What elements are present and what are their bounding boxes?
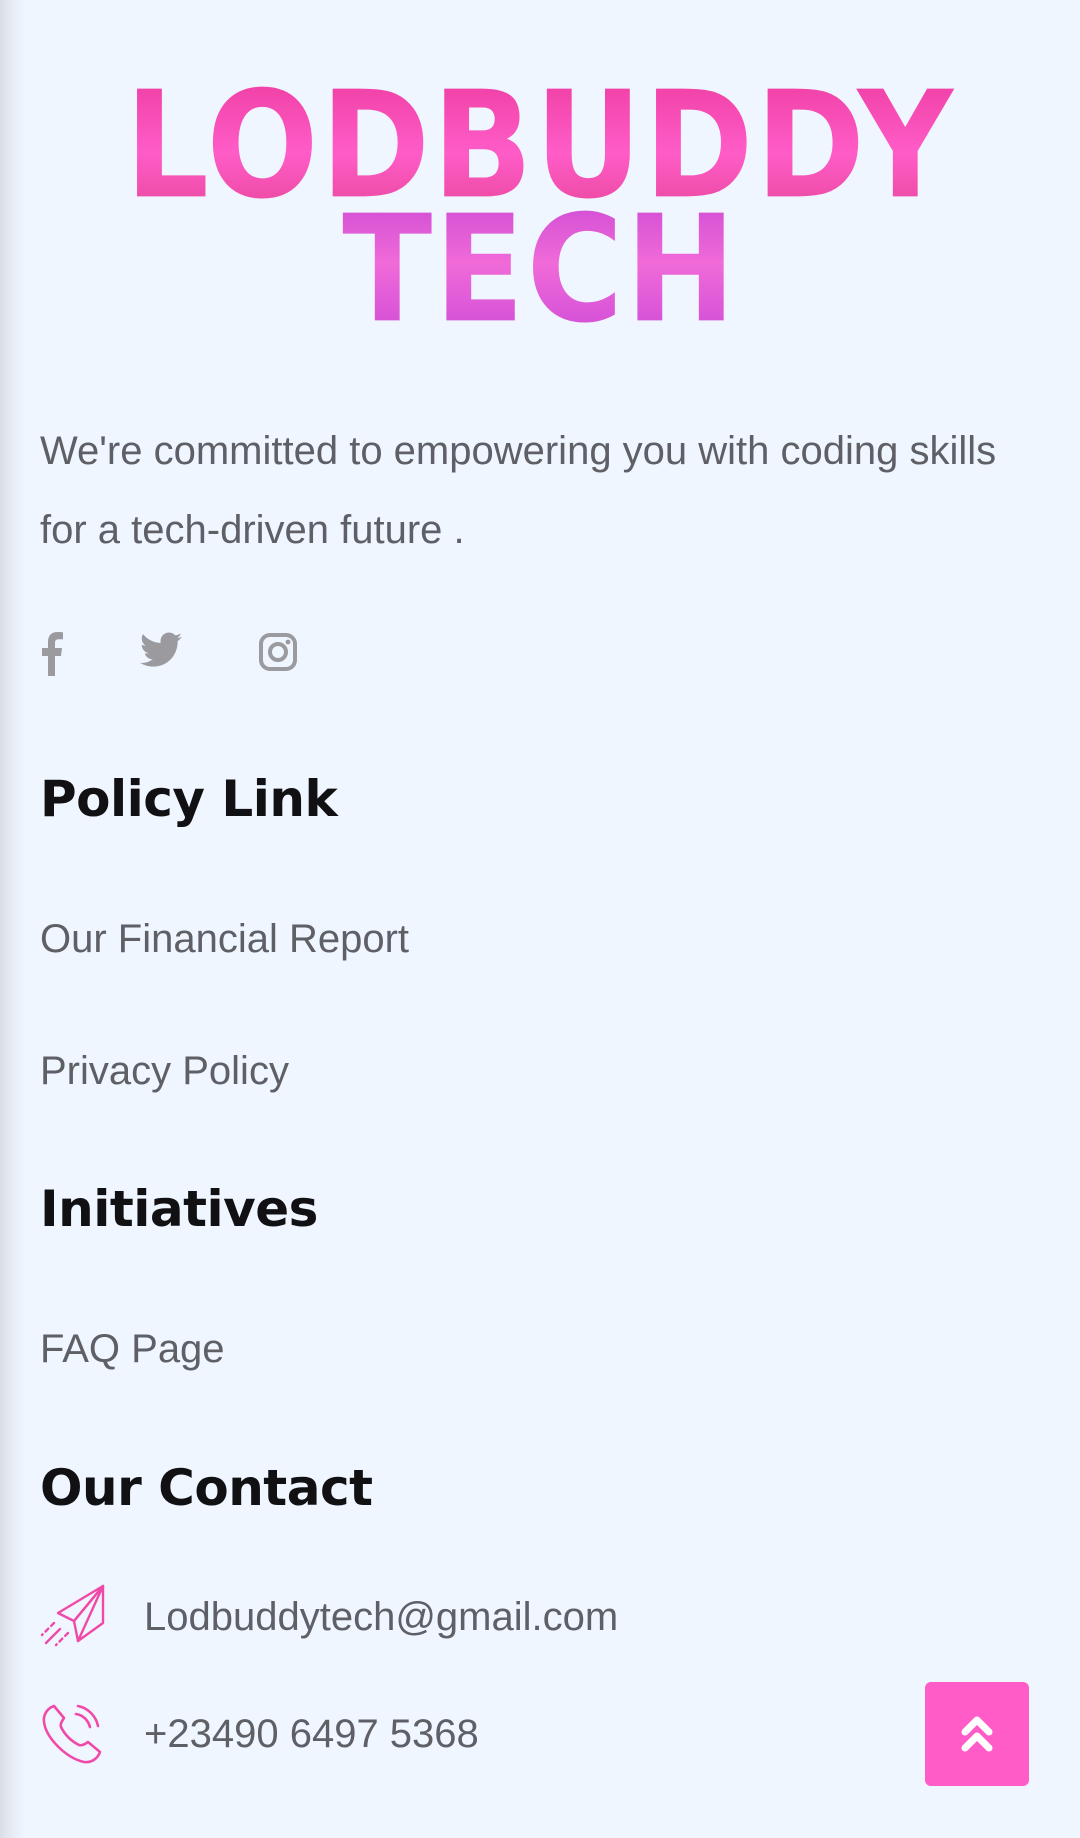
instagram-link[interactable] <box>258 632 298 677</box>
facebook-link[interactable] <box>40 632 64 681</box>
brand-logo[interactable]: LODBUDDY TECH <box>0 72 1080 344</box>
twitter-icon <box>140 632 182 667</box>
logo-line-2: TECH <box>0 196 1080 344</box>
scroll-to-top-button[interactable] <box>925 1682 1029 1786</box>
instagram-icon <box>259 633 297 671</box>
double-chevron-up-icon <box>961 1716 993 1752</box>
contact-phone-link[interactable]: +23490 6497 5368 <box>144 1712 479 1757</box>
twitter-link[interactable] <box>140 632 182 673</box>
paper-plane-icon <box>40 1583 106 1654</box>
privacy-policy-link[interactable]: Privacy Policy <box>40 1049 289 1094</box>
policy-heading: Policy Link <box>40 770 338 828</box>
contact-email-link[interactable]: Lodbuddytech@gmail.com <box>144 1595 618 1640</box>
facebook-icon <box>42 632 63 676</box>
contact-heading: Our Contact <box>40 1459 373 1517</box>
initiatives-heading: Initiatives <box>40 1180 318 1238</box>
financial-report-link[interactable]: Our Financial Report <box>40 917 409 962</box>
phone-icon <box>40 1700 106 1771</box>
faq-page-link[interactable]: FAQ Page <box>40 1327 225 1372</box>
footer-tagline: We're committed to empowering you with c… <box>40 429 997 552</box>
